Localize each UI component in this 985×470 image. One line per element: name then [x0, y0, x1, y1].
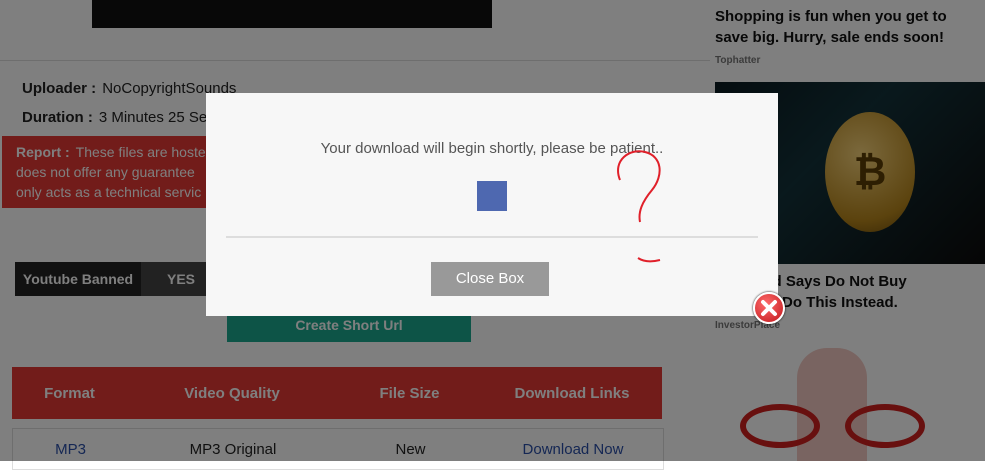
loading-spinner-icon: [477, 181, 507, 211]
question-mark-annotation-icon: [617, 150, 661, 263]
modal-message: Your download will begin shortly, please…: [320, 140, 664, 157]
download-modal: Your download will begin shortly, please…: [206, 93, 778, 316]
close-x-glyph: [761, 300, 777, 316]
close-box-button[interactable]: Close Box: [431, 262, 549, 296]
close-x-icon[interactable]: [753, 292, 785, 324]
